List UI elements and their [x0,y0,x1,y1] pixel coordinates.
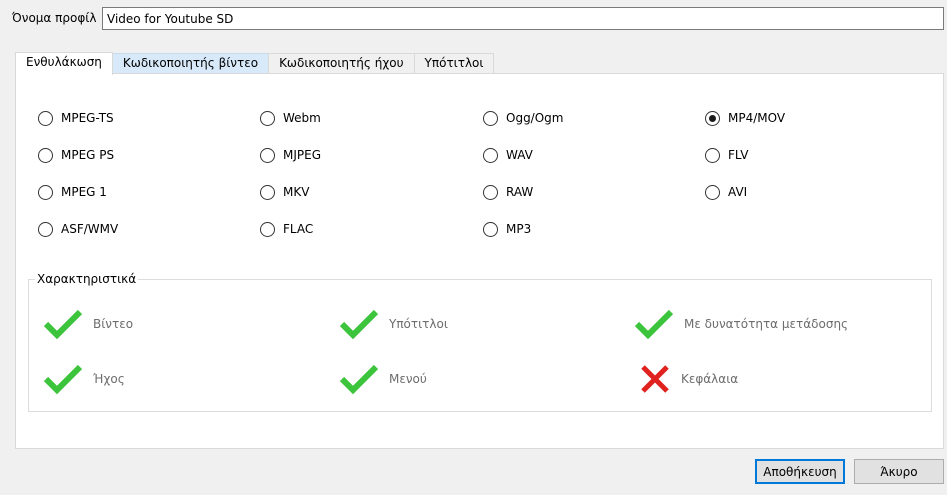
radio-mpeg-ts[interactable]: MPEG-TS [38,109,114,127]
radio-label: RAW [506,185,534,199]
profile-name-input[interactable] [102,7,944,30]
radio-mpeg-ps[interactable]: MPEG PS [38,146,114,164]
profile-name-label: Όνομα προφίλ [12,11,97,25]
radio-indicator-checked [705,110,720,126]
radio-indicator [483,221,498,237]
check-icon [339,308,379,340]
radio-mpeg-1[interactable]: MPEG 1 [38,183,107,201]
radio-indicator [260,147,275,163]
radio-indicator [38,184,53,200]
radio-label: Webm [283,111,321,125]
feature-label: Κεφάλαια [681,372,739,386]
radio-indicator [260,110,275,126]
radio-label: MP3 [506,222,532,236]
feature-label: Υπότιτλοι [389,317,448,331]
tab-subtitles[interactable]: Υπότιτλοι [413,53,495,74]
feature-chapters: Κεφάλαια [639,363,738,395]
radio-label: MPEG PS [61,148,115,162]
radio-raw[interactable]: RAW [483,183,533,201]
radio-indicator [483,147,498,163]
radio-label: MP4/MOV [728,111,786,125]
radio-mjpeg[interactable]: MJPEG [260,146,321,164]
radio-label: ASF/WMV [61,222,119,236]
radio-indicator [260,221,275,237]
feature-streamable: Με δυνατότητα μετάδοσης [634,308,848,340]
radio-asf-wmv[interactable]: ASF/WMV [38,220,118,238]
radio-label: MJPEG [283,148,322,162]
feature-video: Βίντεο [43,308,133,340]
radio-wav[interactable]: WAV [483,146,533,164]
radio-indicator [38,221,53,237]
cancel-button[interactable]: Άκυρο [854,459,944,484]
tab-audio-codec[interactable]: Κωδικοποιητής ήχου [268,53,415,74]
radio-indicator [260,184,275,200]
radio-mkv[interactable]: MKV [260,183,309,201]
radio-flv[interactable]: FLV [705,146,748,164]
radio-indicator [705,184,720,200]
tab-bar: Ενθυλάκωση Κωδικοποιητής βίντεο Κωδικοπο… [15,52,495,75]
feature-subtitles: Υπότιτλοι [339,308,448,340]
tab-video-codec[interactable]: Κωδικοποιητής βίντεο [111,53,270,74]
feature-label: Ήχος [93,372,125,386]
radio-label: Ogg/Ogm [506,111,564,125]
encapsulation-panel: MPEG-TS Webm Ogg/Ogm MP4/MOV MPEG PS MJP… [15,73,944,449]
cross-icon [639,363,671,395]
radio-indicator [483,184,498,200]
radio-webm[interactable]: Webm [260,109,321,127]
radio-indicator [705,147,720,163]
radio-indicator [38,110,53,126]
check-icon [43,363,83,395]
radio-indicator [38,147,53,163]
radio-indicator [483,110,498,126]
radio-mp3[interactable]: MP3 [483,220,531,238]
feature-label: Με δυνατότητα μετάδοσης [684,317,849,331]
check-icon [43,308,83,340]
radio-label: MPEG 1 [61,185,107,199]
radio-avi[interactable]: AVI [705,183,747,201]
features-title: Χαρακτηριστικά [35,272,139,286]
radio-label: MKV [283,185,310,199]
tab-encapsulation[interactable]: Ενθυλάκωση [15,52,113,75]
radio-label: AVI [728,185,748,199]
radio-label: MPEG-TS [61,111,114,125]
save-button[interactable]: Αποθήκευση [755,459,845,484]
feature-menu: Μενού [339,363,427,395]
radio-label: FLV [728,148,749,162]
feature-label: Μενού [389,372,427,386]
radio-label: FLAC [283,222,314,236]
feature-label: Βίντεο [93,317,134,331]
features-groupbox: Χαρακτηριστικά Βίντεο Υπότιτλοι Με δυνατ… [28,272,932,412]
radio-ogg-ogm[interactable]: Ogg/Ogm [483,109,563,127]
radio-mp4-mov[interactable]: MP4/MOV [705,109,785,127]
feature-audio: Ήχος [43,363,125,395]
check-icon [339,363,379,395]
check-icon [634,308,674,340]
radio-flac[interactable]: FLAC [260,220,313,238]
radio-label: WAV [506,148,533,162]
